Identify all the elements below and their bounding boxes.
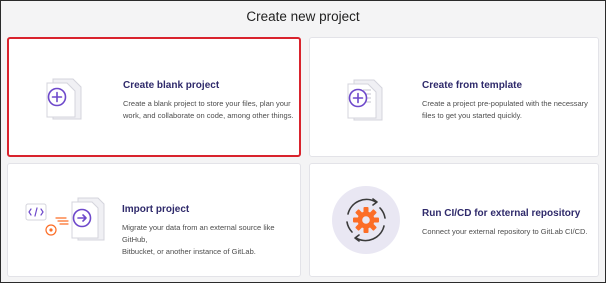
- card-description: Connect your external repository to GitL…: [422, 227, 588, 236]
- card-title: Import project: [122, 204, 190, 215]
- cicd-gear-icon: [330, 184, 402, 261]
- run-cicd-card[interactable]: Run CI/CD for external repository Connec…: [309, 163, 599, 277]
- import-project-icon: [22, 194, 112, 249]
- create-blank-project-card[interactable]: Create blank project Create a blank proj…: [7, 37, 301, 157]
- template-project-icon: [342, 78, 390, 127]
- create-project-panel: Create new project Create blank project …: [0, 0, 606, 283]
- create-from-template-card[interactable]: Create from template Create a project pr…: [309, 37, 599, 157]
- card-description: Create a project pre-populated with the …: [422, 99, 588, 120]
- blank-project-icon: [41, 77, 89, 126]
- page-title: Create new project: [246, 9, 360, 24]
- card-description: Migrate your data from an external sourc…: [122, 223, 275, 256]
- card-title: Run CI/CD for external repository: [422, 208, 581, 219]
- card-description: Create a blank project to store your fil…: [123, 99, 294, 120]
- import-project-card[interactable]: Import project Migrate your data from an…: [7, 163, 301, 277]
- card-title: Create blank project: [123, 80, 220, 91]
- card-title: Create from template: [422, 80, 523, 91]
